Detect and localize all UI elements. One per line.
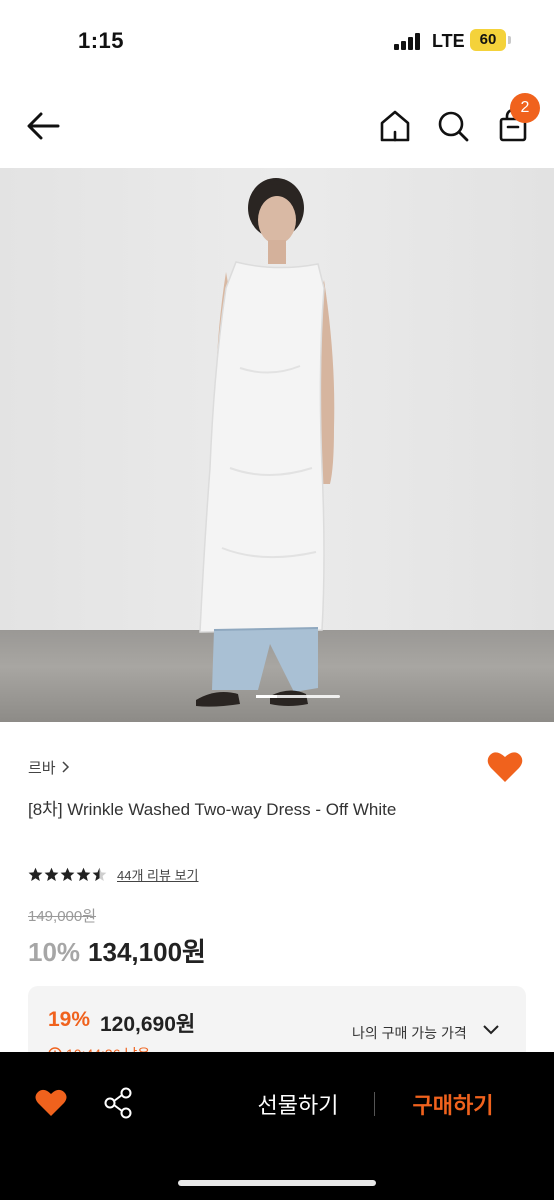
product-image-carousel[interactable] [0, 168, 554, 722]
product-photo-model [196, 178, 335, 707]
star-icon [44, 867, 59, 881]
review-link[interactable]: 44개 리뷰 보기 [117, 865, 198, 884]
network-type: LTE [432, 31, 465, 51]
price-row: 10% 134,100원 [28, 932, 206, 969]
arrow-left-icon [27, 112, 60, 140]
back-button[interactable] [24, 106, 64, 146]
battery-icon: 60 [470, 29, 506, 51]
chevron-down-icon [483, 1025, 499, 1035]
brand-link[interactable]: 르바 [28, 757, 70, 777]
original-price: 149,000원 [28, 908, 97, 925]
my-discount-rate: 19% [48, 1008, 91, 1031]
top-nav [0, 84, 554, 168]
heart-icon [35, 1089, 67, 1116]
sale-price: 134,100원 [88, 937, 206, 967]
signal-icon [394, 33, 424, 50]
star-rating [28, 867, 107, 882]
my-price-label: 나의 구매 가능 가격 [352, 1025, 467, 1041]
share-button[interactable] [102, 1086, 136, 1120]
battery-cap [508, 36, 511, 44]
status-time: 1:15 [78, 28, 125, 53]
discount-rate: 10% [28, 937, 81, 967]
my-price: 120,690원 [100, 1013, 196, 1036]
chevron-right-icon [62, 761, 69, 773]
bottom-wishlist-button[interactable] [34, 1087, 68, 1119]
brand-name: 르바 [28, 759, 56, 777]
star-icon [76, 867, 91, 881]
share-icon [104, 1087, 132, 1119]
status-bar: 1:15 LTE 60 [0, 0, 554, 84]
star-icon [60, 867, 75, 881]
rating-row: 44개 리뷰 보기 [28, 864, 198, 884]
star-icon [92, 867, 107, 881]
search-button[interactable] [434, 106, 472, 146]
star-icon [28, 867, 43, 881]
gift-button[interactable]: 선물하기 [236, 1088, 360, 1120]
product-title: [8차] Wrinkle Washed Two-way Dress - Off … [28, 800, 397, 819]
home-button[interactable] [376, 106, 414, 146]
home-icon [380, 110, 410, 142]
heart-icon [487, 752, 523, 782]
bottom-action-bar: 선물하기 구매하기 [0, 1052, 554, 1200]
home-indicator [178, 1180, 376, 1186]
carousel-indicator [256, 695, 340, 698]
divider [374, 1092, 375, 1116]
buy-button[interactable]: 구매하기 [394, 1088, 512, 1120]
cart-count-badge: 2 [510, 93, 540, 123]
search-icon [438, 111, 469, 142]
wishlist-button[interactable] [486, 748, 524, 786]
battery-level: 60 [479, 31, 497, 48]
